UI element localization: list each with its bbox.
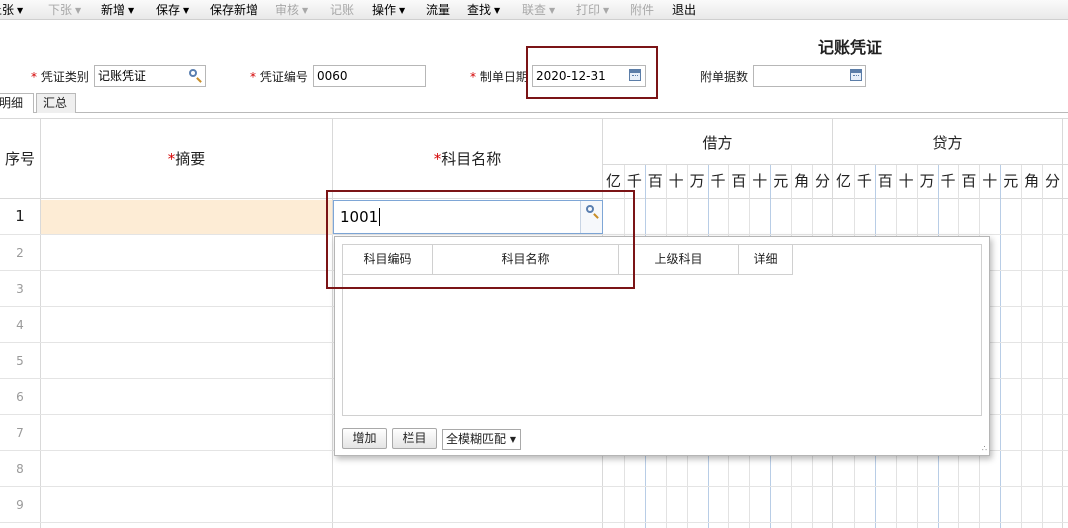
row-number: 9: [16, 498, 24, 512]
summary-header: *摘要: [167, 150, 206, 168]
debit-digit-4: 万: [689, 172, 705, 190]
calendar-icon[interactable]: [850, 69, 864, 83]
debit-digit-5: 千: [710, 172, 726, 190]
account-header: *科目名称: [433, 150, 502, 168]
account-highlight-box: [326, 190, 635, 289]
toolbar-audit-button[interactable]: 审核 ▼: [275, 2, 308, 19]
debit-digit-3: 十: [668, 172, 684, 190]
credit-digit-5: 千: [940, 172, 956, 190]
credit-header: 贷方: [932, 134, 963, 152]
col-parent-account[interactable]: 上级科目: [619, 245, 739, 275]
debit-digit-2: 百: [647, 172, 663, 190]
toolbar-exit-button[interactable]: 退出: [672, 2, 696, 18]
credit-digit-4: 万: [919, 172, 935, 190]
resize-grip-icon[interactable]: ∴: [982, 444, 987, 453]
voucher-date-label: * 制单日期: [470, 70, 528, 84]
toolbar-prev-button[interactable]: 上张▼: [0, 2, 23, 19]
row-number: 3: [16, 282, 24, 296]
voucher-type-label: * 凭证类别: [31, 70, 89, 84]
toolbar-post-button[interactable]: 记账: [330, 2, 354, 18]
voucher-title: 记账凭证: [818, 38, 883, 57]
row-number: 5: [16, 354, 24, 368]
toolbar-next-button[interactable]: 下张 ▼: [48, 2, 81, 19]
toolbar-attachment-button[interactable]: 附件: [630, 2, 654, 18]
match-mode-select[interactable]: 全模糊匹配 ▼: [442, 429, 521, 450]
summary-cell-active[interactable]: [41, 200, 332, 234]
toolbar-save-new-button[interactable]: 保存新增: [210, 2, 258, 18]
tab-summary[interactable]: 汇总: [36, 93, 76, 113]
voucher-window: 上张▼ 下张▼ 新增▼ 保存▼ 保存新增 审核▼ 记账 操作▼ 流量 查找▼ 联…: [0, 0, 1068, 528]
toolbar-find-button[interactable]: 查找 ▼: [467, 2, 500, 19]
attachment-count-field[interactable]: [753, 65, 866, 87]
add-account-button[interactable]: 增加: [342, 428, 387, 449]
credit-digit-6: 百: [961, 172, 977, 190]
toolbar-save-button[interactable]: 保存 ▼: [156, 2, 189, 19]
debit-digit-6: 百: [731, 172, 747, 190]
credit-digit-7: 十: [982, 172, 998, 190]
credit-digit-1: 千: [856, 172, 872, 190]
credit-digit-9: 角: [1024, 172, 1040, 190]
columns-button[interactable]: 栏目: [392, 428, 437, 449]
credit-digit-2: 百: [877, 172, 893, 190]
credit-digit-0: 亿: [835, 172, 851, 190]
row-number: 6: [16, 390, 24, 404]
debit-digit-8: 元: [773, 172, 789, 190]
row-number: 1: [15, 207, 25, 225]
debit-digit-10: 分: [815, 172, 831, 190]
search-icon[interactable]: [189, 69, 203, 83]
row-number: 2: [16, 246, 24, 260]
debit-header: 借方: [702, 134, 733, 152]
date-highlight-box: [526, 46, 658, 99]
attachment-count-label: 附单据数: [700, 70, 749, 84]
row-number: 7: [16, 426, 24, 440]
toolbar-flow-button[interactable]: 流量: [426, 2, 450, 18]
col-detail[interactable]: 详细: [739, 245, 793, 275]
toolbar-operate-button[interactable]: 操作 ▼: [372, 2, 405, 19]
debit-digit-1: 千: [626, 172, 642, 190]
voucher-type-field[interactable]: 记账凭证: [94, 65, 206, 87]
toolbar-link-button[interactable]: 联查 ▼: [522, 2, 555, 19]
toolbar: 上张▼ 下张▼ 新增▼ 保存▼ 保存新增 审核▼ 记账 操作▼ 流量 查找▼ 联…: [0, 0, 1068, 20]
credit-digit-3: 十: [898, 172, 914, 190]
debit-digit-7: 十: [752, 172, 768, 190]
credit-digit-8: 元: [1003, 172, 1019, 190]
voucher-number-label: * 凭证编号: [250, 70, 308, 84]
tab-detail[interactable]: 明细: [0, 93, 34, 113]
toolbar-print-button[interactable]: 打印 ▼: [576, 2, 609, 19]
credit-digit-10: 分: [1045, 172, 1061, 190]
toolbar-new-button[interactable]: 新增 ▼: [101, 2, 134, 19]
row-number: 8: [16, 462, 24, 476]
row-number: 4: [16, 318, 24, 332]
voucher-number-field[interactable]: 0060: [313, 65, 426, 87]
detail-tabs: 明细 汇总: [0, 93, 1068, 113]
seq-header: 序号: [4, 150, 35, 168]
debit-digit-9: 角: [794, 172, 810, 190]
debit-digit-0: 亿: [605, 172, 621, 190]
